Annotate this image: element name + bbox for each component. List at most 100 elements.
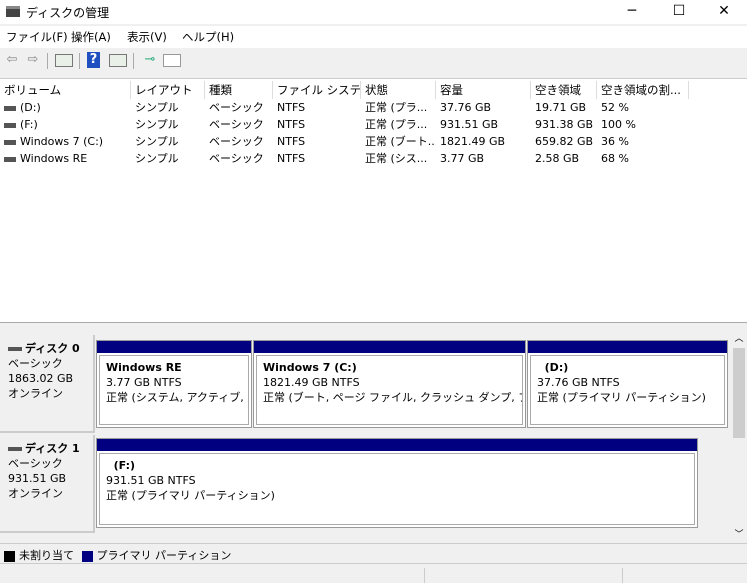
help-icon[interactable]: ?: [87, 52, 100, 68]
table-row[interactable]: (D:) シンプル ベーシック NTFS 正常 (プラ... 37.76 GB 19.71 …: [0, 99, 689, 116]
partition-name: Windows 7 (C:): [263, 361, 357, 374]
menu-file[interactable]: ファイル(F): [6, 29, 68, 45]
disk-1-label[interactable]: ディスク 1 ベーシック 931.51 GB オンライン: [0, 435, 95, 533]
primary-swatch: [81, 550, 93, 562]
cell-layout: シンプル: [131, 150, 205, 167]
cell-free-space: 2.58 GB: [531, 150, 597, 167]
table-row[interactable]: Windows RE シンプル ベーシック NTFS 正常 (シス... 3.77 GB 2…: [0, 150, 689, 167]
cell-text: ベーシック: [209, 101, 264, 114]
cell-type: ベーシック: [205, 150, 273, 167]
status-divider: [424, 568, 425, 583]
cell-text: ベーシック: [209, 135, 264, 148]
status-bar: [0, 566, 747, 583]
disk-map: ディスク 0 ベーシック 1863.02 GB オンライン Windows RE…: [0, 330, 731, 540]
window-title: ディスクの管理: [26, 6, 110, 20]
cell-filesystem: NTFS: [273, 116, 361, 133]
disk-state: オンライン: [8, 387, 63, 400]
partition-status: 正常 (プライマリ パーティション): [537, 391, 706, 404]
cell-status: 正常 (シス...: [361, 150, 436, 167]
toolbar: ⇦ ⇨ ? ⊸: [0, 48, 747, 74]
action-pane-icon[interactable]: [109, 54, 127, 67]
maximize-button[interactable]: ☐: [656, 0, 702, 24]
column-header-status[interactable]: 状態: [361, 81, 436, 99]
partition-f[interactable]: (F:) 931.51 GB NTFS 正常 (プライマリ パーティション): [96, 438, 698, 528]
partition-size: 37.76 GB NTFS: [537, 376, 620, 389]
cell-text: ベーシック: [209, 152, 264, 165]
scroll-up-icon[interactable]: ︿: [731, 332, 747, 346]
scrollbar-thumb[interactable]: [733, 348, 745, 438]
menu-help[interactable]: ヘルプ(H): [182, 29, 234, 45]
cell-text: シンプル: [135, 135, 179, 148]
cell-type: ベーシック: [205, 99, 273, 116]
cell-text: シンプル: [135, 118, 179, 131]
column-header-layout[interactable]: レイアウト: [131, 81, 205, 99]
volume-icon: [4, 156, 16, 162]
partition-d[interactable]: (D:) 37.76 GB NTFS 正常 (プライマリ パーティション): [527, 340, 728, 428]
cell-layout: シンプル: [131, 99, 205, 116]
volume-icon: [4, 122, 16, 128]
disk-type: ベーシック: [8, 457, 63, 470]
menu-action[interactable]: 操作(A): [71, 29, 111, 45]
cell-text: 3.77 GB: [440, 152, 485, 165]
cell-text: 36 %: [601, 135, 629, 148]
column-header-free-percent[interactable]: 空き領域の割...: [597, 81, 689, 99]
column-header-volume[interactable]: ボリューム: [0, 81, 131, 99]
table-row[interactable]: (F:) シンプル ベーシック NTFS 正常 (プラ... 931.51 GB 931.3…: [0, 116, 689, 133]
minimize-button[interactable]: ─: [609, 0, 655, 24]
cell-volume: (F:): [0, 116, 131, 133]
toolbar-separator: [79, 53, 80, 69]
cell-capacity: 931.51 GB: [436, 116, 531, 133]
partition-status: 正常 (システム, アクティブ, プライマリ パーティション): [106, 391, 248, 404]
forward-icon[interactable]: ⇨: [24, 52, 42, 68]
console-tree-icon[interactable]: [55, 54, 73, 67]
cell-text: 正常 (ブート...: [365, 135, 436, 148]
cell-volume: (D:): [0, 99, 131, 116]
cell-text: Windows 7 (C:): [20, 135, 104, 148]
close-button[interactable]: ✕: [701, 0, 747, 24]
cell-free-percent: 36 %: [597, 133, 689, 150]
primary-partition-bar: [97, 341, 251, 353]
cell-text: ベーシック: [209, 118, 264, 131]
cell-text: NTFS: [277, 118, 306, 131]
partition-name: (F:): [106, 459, 136, 472]
cell-text: NTFS: [277, 101, 306, 114]
partition-windows-re[interactable]: Windows RE 3.77 GB NTFS 正常 (システム, アクティブ, プ…: [96, 340, 252, 428]
column-header-free-space[interactable]: 空き領域: [531, 81, 597, 99]
cell-text: 正常 (プラ...: [365, 101, 428, 114]
disk-management-icon: [6, 6, 20, 17]
pane-splitter[interactable]: [0, 322, 747, 330]
toolbar-separator: [133, 53, 134, 69]
cell-status: 正常 (プラ...: [361, 116, 436, 133]
column-header-filesystem[interactable]: ファイル システム: [273, 81, 361, 99]
properties-icon[interactable]: [163, 54, 181, 67]
partition-status: 正常 (プライマリ パーティション): [106, 489, 275, 502]
cell-type: ベーシック: [205, 133, 273, 150]
cell-layout: シンプル: [131, 116, 205, 133]
disk-0-label[interactable]: ディスク 0 ベーシック 1863.02 GB オンライン: [0, 335, 95, 433]
partition-name: Windows RE: [106, 361, 182, 374]
partition-size: 1821.49 GB NTFS: [263, 376, 360, 389]
menu-view[interactable]: 表示(V): [127, 29, 167, 45]
connect-icon[interactable]: ⊸: [141, 52, 159, 68]
partition-windows-7-c[interactable]: Windows 7 (C:) 1821.49 GB NTFS 正常 (ブート, ペー…: [253, 340, 526, 428]
cell-layout: シンプル: [131, 133, 205, 150]
cell-status: 正常 (プラ...: [361, 99, 436, 116]
back-icon[interactable]: ⇦: [3, 52, 21, 68]
column-header-type[interactable]: 種類: [205, 81, 273, 99]
cell-free-space: 659.82 GB: [531, 133, 597, 150]
scroll-down-icon[interactable]: ﹀: [731, 528, 747, 542]
cell-capacity: 37.76 GB: [436, 99, 531, 116]
cell-filesystem: NTFS: [273, 133, 361, 150]
table-row[interactable]: Windows 7 (C:) シンプル ベーシック NTFS 正常 (ブート... 182…: [0, 133, 689, 150]
cell-filesystem: NTFS: [273, 150, 361, 167]
legend: 未割り当て プライマリ パーティション: [0, 543, 747, 564]
cell-free-percent: 100 %: [597, 116, 689, 133]
cell-free-space: 19.71 GB: [531, 99, 597, 116]
partition-status: 正常 (ブート, ページ ファイル, クラッシュ ダンプ, プライマリ パーティ…: [263, 391, 522, 404]
cell-text: 931.51 GB: [440, 118, 499, 131]
cell-text: NTFS: [277, 152, 306, 165]
cell-text: 37.76 GB: [440, 101, 492, 114]
partition-size: 931.51 GB NTFS: [106, 474, 196, 487]
cell-free-space: 931.38 GB: [531, 116, 597, 133]
column-header-capacity[interactable]: 容量: [436, 81, 531, 99]
